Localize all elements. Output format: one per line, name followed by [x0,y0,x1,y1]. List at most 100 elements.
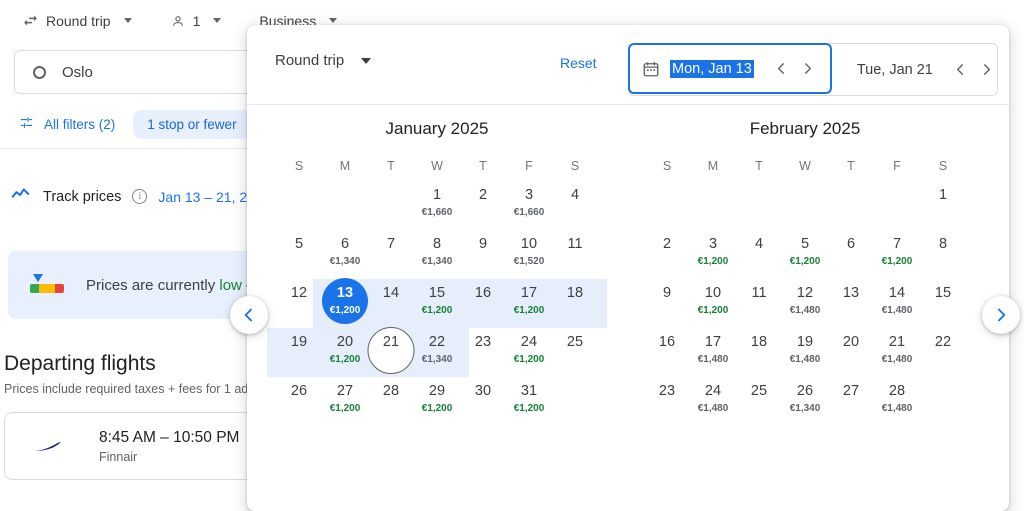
calendar-day-cell[interactable]: 17 €1,200 [506,279,552,328]
calendar-day-number: 27 [842,383,860,399]
trip-type-label: Round trip [46,12,111,29]
flight-airline-name: Finnair [99,449,138,464]
next-month-button[interactable] [982,296,1020,334]
trip-type-selector[interactable]: Round trip [14,8,140,33]
calendar-day-cell[interactable]: 24 €1,200 [506,328,552,377]
calendar-day-cell[interactable]: 12 €1,480 [782,279,828,328]
panel-trip-type-selector[interactable]: Round trip [275,52,372,69]
calendar-day-cell[interactable]: 14 €1,480 [874,279,920,328]
calendar-day-cell[interactable]: 21 €1,480 [874,328,920,377]
calendar-day-cell[interactable]: 3 €1,200 [690,230,736,279]
month-february: February 2025 SMTWTFS 1 2 3 €1,200 4 5 €1,200 6… [635,105,975,426]
calendar-day-cell[interactable]: 20 €1,200 [322,328,368,377]
calendar-day-cell[interactable]: 17 €1,480 [690,328,736,377]
calendar-day-cell[interactable]: 2 [460,181,506,230]
calendar-day-cell[interactable]: 8 [920,230,966,279]
month-weeks: 1 €1,660 2 3 €1,660 4 5 6 €1,340 7 8 €1,340 9 10 €1,52… [267,181,607,426]
calendar-day-cell[interactable]: 27 [828,377,874,426]
calendar-day-cell[interactable]: 25 [552,328,598,377]
calendar-day-cell[interactable]: 5 [276,230,322,279]
calendar-day-cell[interactable]: 2 [644,230,690,279]
calendar-day-cell[interactable]: 7 €1,200 [874,230,920,279]
calendar-day-price: €1,480 [881,354,913,365]
calendar-day-price: €1,200 [513,403,545,414]
calendar-day-cell[interactable]: 3 €1,660 [506,181,552,230]
calendar-day-cell[interactable]: 15 [920,279,966,328]
calendar-day-cell[interactable]: 25 [736,377,782,426]
calendar-day-cell[interactable]: 12 [276,279,322,328]
calendar-day-number: 1 [432,187,442,203]
calendar-day-cell[interactable]: 31 €1,200 [506,377,552,426]
calendar-day-price: €1,480 [881,403,913,414]
calendar-day-cell[interactable]: 6 [828,230,874,279]
origin-value: Oslo [62,63,93,81]
weekday-label: S [570,159,580,173]
calendar-day-cell[interactable]: 13 €1,200 [322,278,368,328]
calendar-day-cell[interactable]: 23 [460,328,506,377]
calendar-day-cell[interactable]: 8 €1,340 [414,230,460,279]
calendar-day-cell[interactable]: 22 [920,328,966,377]
calendar-day-cell[interactable]: 6 €1,340 [322,230,368,279]
calendar-day-cell[interactable]: 9 [644,279,690,328]
calendar-day-cell[interactable]: 10 €1,520 [506,230,552,279]
departure-date-field[interactable]: Mon, Jan 13 [628,43,832,94]
calendar-day-number: 2 [478,187,488,203]
calendar-day-cell[interactable]: 4 [552,181,598,230]
calendar-day-cell[interactable]: 11 [736,279,782,328]
previous-month-button[interactable] [230,296,268,334]
calendar-day-cell[interactable]: 7 [368,230,414,279]
calendar-day-cell[interactable]: 27 €1,200 [322,377,368,426]
calendar-day-cell[interactable]: 30 [460,377,506,426]
info-icon[interactable]: i [132,189,148,204]
calendar-day-price: €1,340 [329,256,361,267]
calendar-day-cell[interactable]: 20 [828,328,874,377]
calendar-day-number: 20 [842,334,860,350]
calendar-day-cell[interactable]: 5 €1,200 [782,230,828,279]
calendar-day-cell[interactable]: 29 €1,200 [414,377,460,426]
calendar-day-number: 8 [938,236,948,252]
calendar-day-cell[interactable]: 19 €1,480 [782,328,828,377]
passenger-selector[interactable]: 1 [162,9,230,33]
reset-button[interactable]: Reset [554,51,603,75]
departure-prev-day-button[interactable] [772,59,792,79]
calendar-day-cell[interactable]: 9 [460,230,506,279]
calendar-empty-cell [368,181,414,230]
calendar-day-cell[interactable]: 26 €1,340 [782,377,828,426]
weekday-label: F [525,159,533,173]
calendar-day-cell[interactable]: 4 [736,230,782,279]
calendar-day-cell[interactable]: 1 €1,660 [414,181,460,230]
calendar-day-cell[interactable]: 18 [552,279,598,328]
calendar-day-cell[interactable]: 22 €1,340 [414,328,460,377]
calendar-day-number: 25 [566,334,584,350]
calendar-day-cell[interactable]: 16 [644,328,690,377]
calendar-day-cell[interactable]: 11 [552,230,598,279]
calendar-day-cell[interactable]: 10 €1,200 [690,279,736,328]
departing-flights-title: Departing flights [4,352,156,375]
calendar-day-cell[interactable]: 21 [367,327,415,377]
calendar-months-container: January 2025 SMTWTFS 1 €1,660 2 3 €1,660 4 5 6 €… [247,105,1009,510]
calendar-day-cell[interactable]: 13 [828,279,874,328]
calendar-day-cell[interactable]: 28 €1,480 [874,377,920,426]
calendar-day-cell[interactable]: 23 [644,377,690,426]
weekday-label: S [938,159,948,173]
calendar-day-cell[interactable]: 28 [368,377,414,426]
calendar-day-cell[interactable]: 16 [460,279,506,328]
departure-next-day-button[interactable] [798,59,818,79]
calendar-day-number: 4 [570,187,580,203]
calendar-day-cell[interactable]: 26 [276,377,322,426]
stops-filter-chip[interactable]: 1 stop or fewer [133,109,251,139]
calendar-day-cell[interactable]: 24 €1,480 [690,377,736,426]
calendar-day-cell[interactable]: 1 [920,181,966,230]
weekday-header-row: SMTWTFS [267,159,607,173]
calendar-day-cell[interactable]: 15 €1,200 [414,279,460,328]
date-fields-group: Mon, Jan 13 Tue, Jan 21 [628,43,998,96]
calendar-day-cell[interactable]: 18 [736,328,782,377]
calendar-day-cell[interactable]: 19 [276,328,322,377]
return-date-field[interactable]: Tue, Jan 21 [831,44,1009,95]
all-filters-button[interactable]: All filters (2) [14,108,119,140]
calendar-day-number: 22 [428,334,446,350]
calendar-day-number: 16 [474,285,492,301]
return-prev-day-button[interactable] [951,60,971,80]
calendar-day-cell[interactable]: 14 [368,279,414,328]
return-next-day-button[interactable] [977,60,997,80]
